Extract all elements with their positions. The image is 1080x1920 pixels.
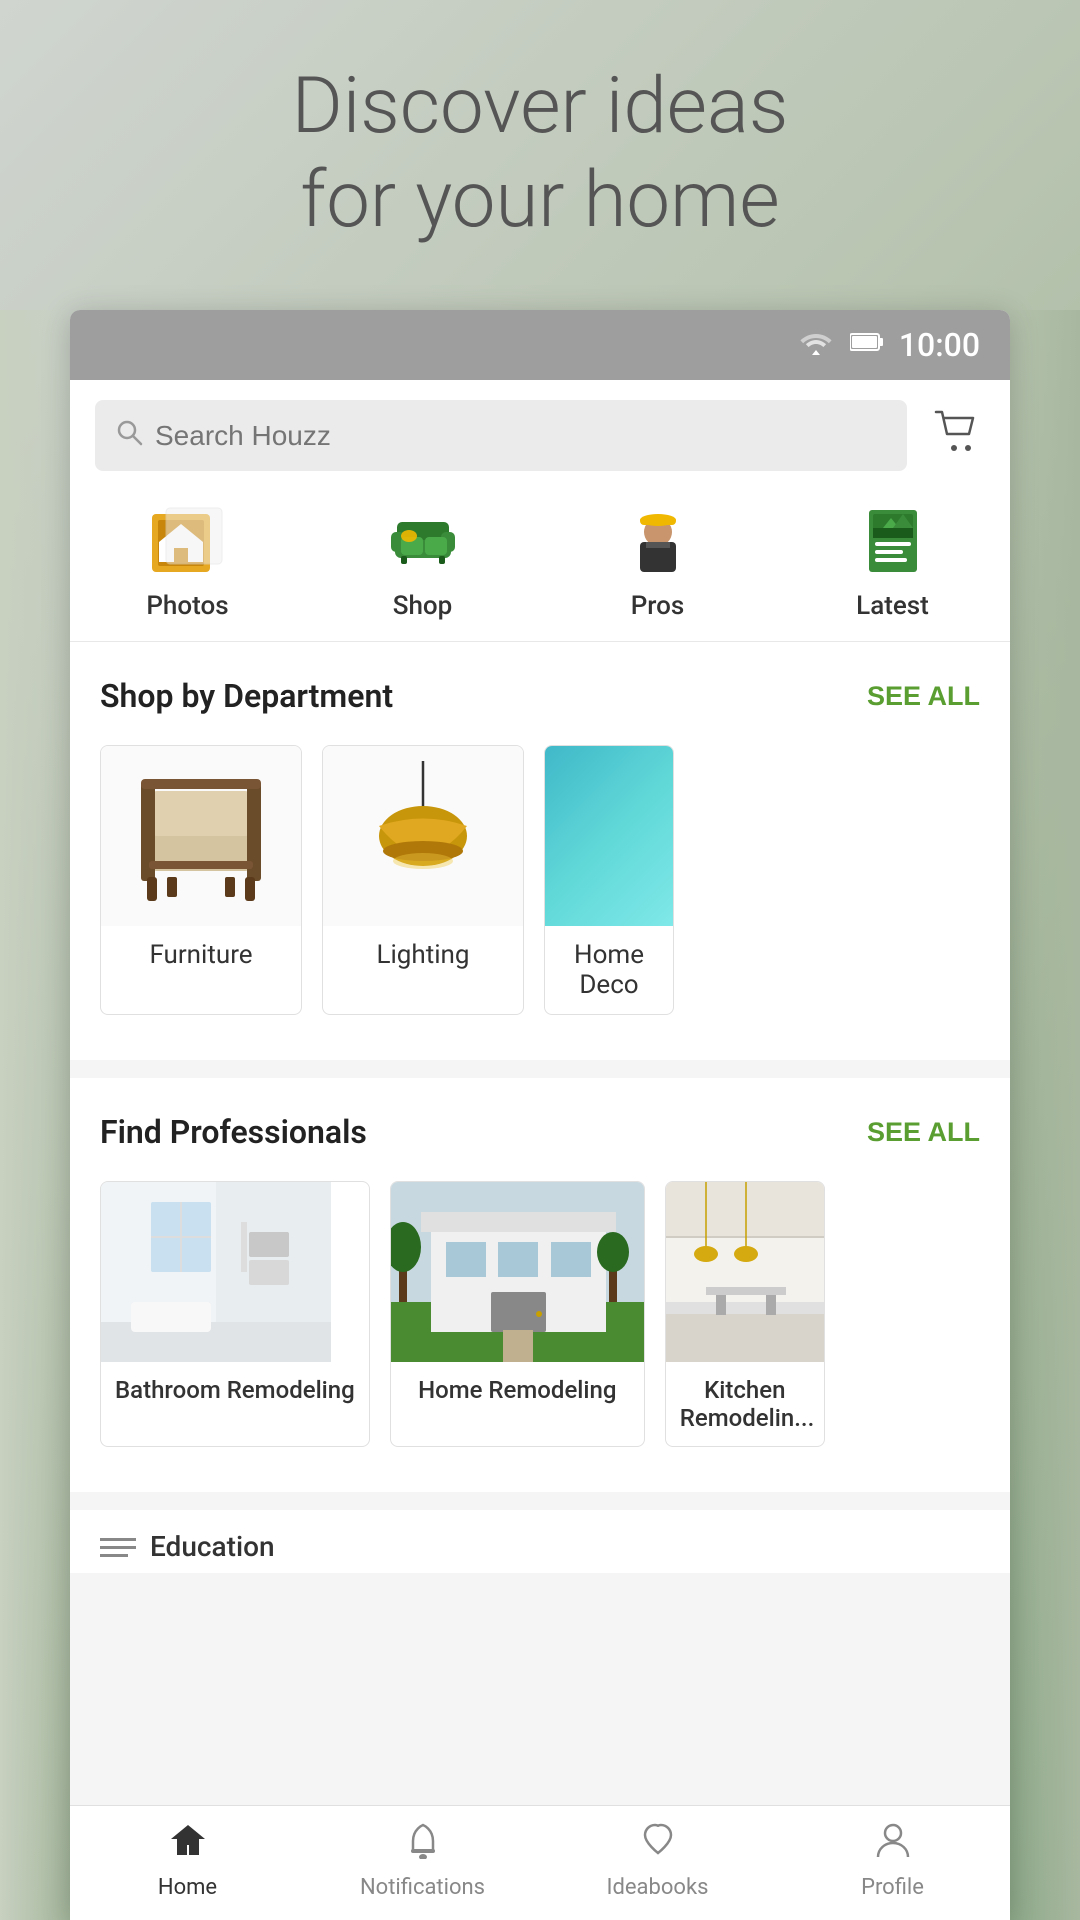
bathroom-label: Bathroom Remodeling [101,1362,369,1418]
nav-item-photos[interactable]: Photos [118,501,258,621]
search-bar-row [70,380,1010,491]
nav-item-latest[interactable]: Latest [823,501,963,621]
nav-item-pros[interactable]: Pros [588,501,728,621]
notifications-nav-label: Notifications [360,1875,485,1900]
search-input[interactable] [155,420,887,452]
bg-left [0,310,70,1920]
furniture-img [101,746,301,926]
pros-icon [613,501,703,581]
wifi-icon [797,328,835,363]
battery-icon [850,331,884,359]
bg-right [1010,310,1080,1920]
bottom-nav-profile[interactable]: Profile [775,1806,1010,1920]
bottom-nav-ideabooks[interactable]: Ideabooks [540,1806,775,1920]
home-nav-label: Home [158,1875,217,1900]
latest-icon [848,501,938,581]
status-icons: 10:00 [797,326,980,364]
prof-card-bathroom[interactable]: Bathroom Remodeling [100,1181,370,1447]
notifications-icon [404,1821,442,1869]
status-time: 10:00 [899,326,980,364]
search-icon [115,418,143,453]
prof-card-home-remodel[interactable]: Home Remodeling [390,1181,645,1447]
lighting-label: Lighting [323,926,523,984]
education-section-teaser: Education [70,1510,1010,1573]
search-input-wrap[interactable] [95,400,907,471]
ideabooks-icon [639,1821,677,1869]
latest-label: Latest [856,591,929,621]
main-nav: Photos [70,491,1010,642]
shop-dept-header: Shop by Department SEE ALL [100,677,980,715]
bathroom-img [101,1182,331,1362]
shop-by-dept-section: Shop by Department SEE ALL [70,642,1010,1060]
cart-icon [932,413,980,462]
pros-label: Pros [631,591,685,621]
hero-title: Discover ideas for your home [0,60,1080,247]
hero-section: Discover ideas for your home [0,60,1080,247]
kitchen-img [666,1182,825,1362]
education-label: Education [150,1530,275,1563]
bottom-nav: Home Notifications Ideabooks [70,1805,1010,1920]
shop-label: Shop [393,591,453,621]
shop-icon [378,501,468,581]
nav-item-shop[interactable]: Shop [353,501,493,621]
bottom-nav-notifications[interactable]: Notifications [305,1806,540,1920]
home-deco-img [545,746,674,926]
ideabooks-nav-label: Ideabooks [607,1875,709,1900]
professionals-header: Find Professionals SEE ALL [100,1113,980,1151]
home-icon [167,1821,209,1869]
photos-label: Photos [146,591,228,621]
shop-dept-see-all[interactable]: SEE ALL [867,681,980,712]
home-remodel-label: Home Remodeling [391,1362,644,1418]
dept-cards: Furniture [100,745,980,1025]
photos-icon [143,501,233,581]
lighting-img [323,746,523,926]
prof-card-kitchen[interactable]: Kitchen Remodelin... [665,1181,825,1447]
home-remodel-img [391,1182,645,1362]
cart-button[interactable] [927,403,985,468]
kitchen-label: Kitchen Remodelin... [666,1362,824,1446]
furniture-label: Furniture [101,926,301,984]
dept-card-home-deco[interactable]: Home Deco [544,745,674,1015]
professionals-title: Find Professionals [100,1113,367,1151]
dept-card-furniture[interactable]: Furniture [100,745,302,1015]
find-professionals-section: Find Professionals SEE ALL [70,1078,1010,1492]
bottom-nav-home[interactable]: Home [70,1806,305,1920]
home-deco-label: Home Deco [545,926,673,1014]
shop-dept-title: Shop by Department [100,677,393,715]
content-area: Photos [70,380,1010,1920]
phone-frame: 10:00 [70,310,1010,1920]
dept-card-lighting[interactable]: Lighting [322,745,524,1015]
professionals-see-all[interactable]: SEE ALL [867,1117,980,1148]
profile-icon [874,1821,912,1869]
status-bar: 10:00 [70,310,1010,380]
prof-cards: Bathroom Remodeling [100,1181,980,1457]
profile-nav-label: Profile [861,1875,924,1900]
main-scroll: Shop by Department SEE ALL [70,642,1010,1920]
